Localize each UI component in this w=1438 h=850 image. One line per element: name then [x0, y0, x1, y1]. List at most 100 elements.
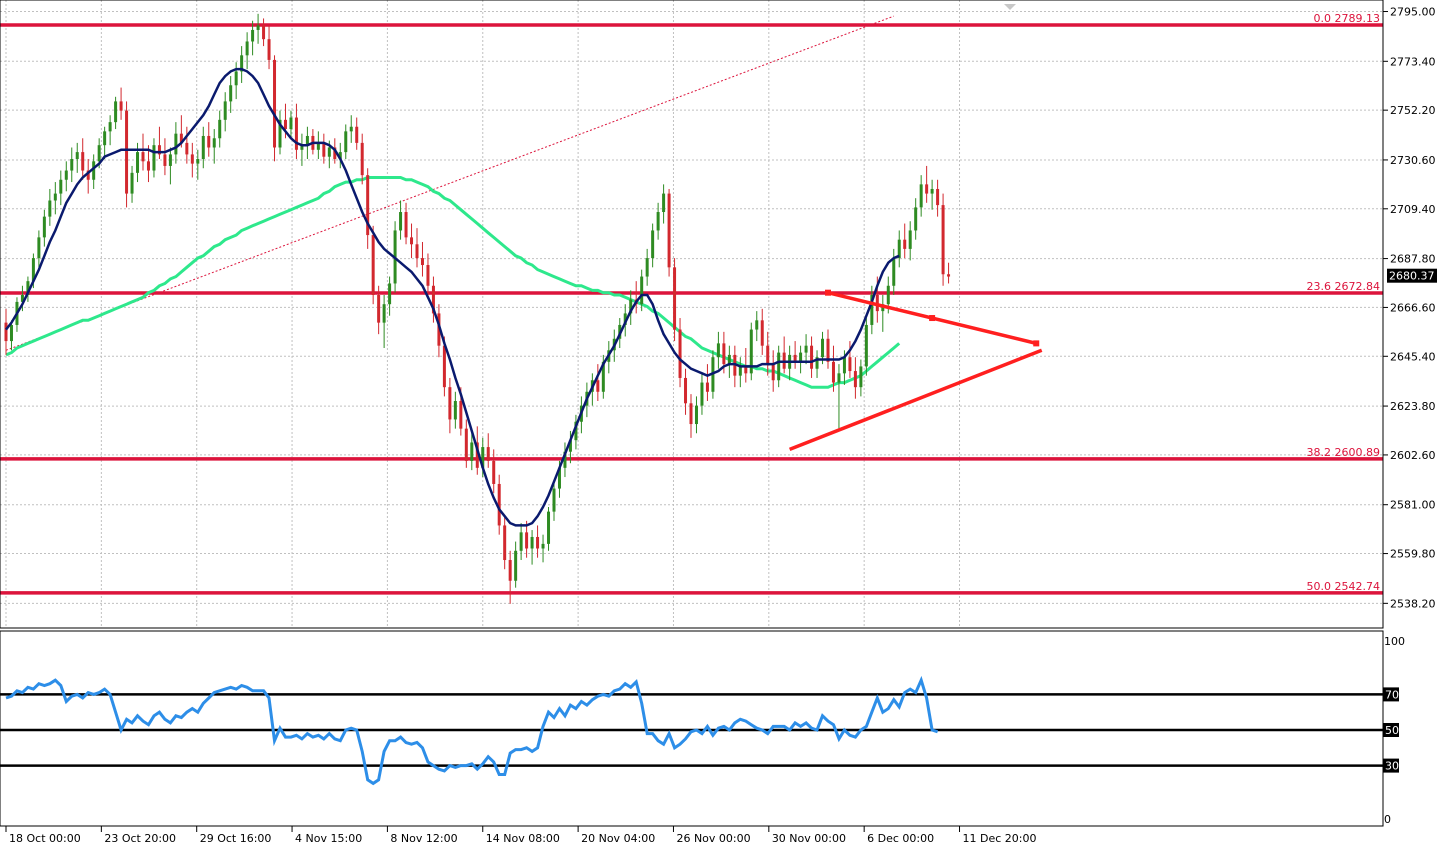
- price-tick-label: 2752.20: [1390, 104, 1436, 117]
- candle-body: [289, 117, 293, 130]
- candle-body: [755, 320, 759, 330]
- candle-body: [218, 119, 222, 139]
- candle-body: [771, 364, 775, 381]
- candle-body: [777, 352, 781, 381]
- candle-body: [388, 283, 392, 305]
- trading-chart[interactable]: 0.0 2789.13 23.6 2672.84 38.2 2600.89 50.0 …: [0, 0, 1438, 850]
- price-tick-label: 2602.60: [1390, 449, 1436, 462]
- rsi-level-label: 30: [1385, 760, 1399, 773]
- candle-body: [525, 532, 529, 549]
- candle-body: [212, 138, 216, 148]
- candle-body: [941, 205, 945, 275]
- fib-level-label: 38.2 2600.89: [1307, 446, 1380, 459]
- fib-level-label: 0.0 2789.13: [1314, 12, 1380, 25]
- time-tick-label: 11 Dec 20:00: [963, 832, 1037, 845]
- candle-body: [119, 101, 123, 111]
- candle-body: [152, 145, 156, 171]
- candle-body: [536, 536, 540, 549]
- candle-body: [464, 428, 468, 461]
- price-tick-label: 2687.80: [1390, 253, 1436, 266]
- candle-body: [410, 237, 414, 245]
- candle-body: [503, 525, 507, 561]
- candle-body: [59, 179, 63, 194]
- candle-body: [442, 345, 446, 388]
- candle-body: [448, 387, 452, 420]
- candle-body: [81, 152, 85, 171]
- candle-body: [75, 152, 79, 160]
- rsi-level-label: 70: [1385, 688, 1399, 701]
- price-tick-label: 2730.60: [1390, 154, 1436, 167]
- candle-body: [399, 212, 403, 231]
- candle-body: [146, 161, 150, 171]
- candle-body: [360, 142, 364, 176]
- candle-body: [404, 212, 408, 238]
- candle-body: [848, 357, 852, 372]
- time-tick-label: 29 Oct 16:00: [200, 832, 272, 845]
- candle-body: [190, 154, 194, 164]
- candle-body: [914, 207, 918, 231]
- candle-body: [908, 230, 912, 249]
- candle-body: [925, 184, 929, 194]
- candle-body: [371, 235, 375, 295]
- price-tick-label: 2645.40: [1390, 350, 1436, 363]
- candle-body: [251, 29, 255, 42]
- candle-body: [344, 131, 348, 153]
- price-tick-label: 2559.80: [1390, 548, 1436, 561]
- candle-body: [4, 322, 8, 342]
- candle-body: [727, 354, 731, 365]
- candle-body: [245, 41, 249, 56]
- candle-body: [596, 380, 600, 392]
- candle-body: [294, 117, 298, 150]
- candle-body: [492, 460, 496, 484]
- candle-body: [322, 142, 326, 157]
- candle-body: [919, 184, 923, 208]
- candle-body: [136, 152, 140, 173]
- rsi-tick-label: 0: [1384, 813, 1391, 826]
- candle-body: [196, 159, 200, 164]
- candle-body: [382, 304, 386, 323]
- price-tick-label: 2538.20: [1390, 597, 1436, 610]
- candle-body: [936, 188, 940, 206]
- candle-body: [125, 110, 129, 194]
- candle-body: [684, 377, 688, 404]
- candle-body: [459, 400, 463, 429]
- time-tick-label: 6 Dec 00:00: [867, 832, 934, 845]
- price-tick-label: 2623.80: [1390, 400, 1436, 413]
- candle-body: [694, 405, 698, 425]
- candle-body: [327, 147, 331, 157]
- candle-body: [273, 59, 277, 148]
- candle-body: [886, 285, 890, 305]
- candle-body: [640, 276, 644, 305]
- rsi-tick-label: 100: [1384, 635, 1405, 648]
- candle-body: [892, 258, 896, 286]
- candle-body: [821, 338, 825, 358]
- candle-body: [651, 230, 655, 259]
- candle-body: [426, 265, 430, 286]
- candle-body: [738, 366, 742, 376]
- candle-body: [810, 345, 814, 369]
- candle-body: [174, 133, 178, 155]
- time-tick-label: 4 Nov 15:00: [295, 832, 362, 845]
- candle-body: [108, 122, 112, 132]
- price-tick-label: 2581.00: [1390, 499, 1436, 512]
- rsi-level-label: 50: [1385, 724, 1399, 737]
- candle-body: [552, 488, 556, 512]
- current-price-text: 2680.37: [1389, 270, 1435, 283]
- candle-body: [700, 382, 704, 406]
- price-tick-label: 2709.40: [1390, 203, 1436, 216]
- time-tick-label: 23 Oct 20:00: [104, 832, 176, 845]
- candle-body: [267, 39, 271, 60]
- candle-body: [766, 345, 770, 365]
- candle-body: [130, 172, 134, 194]
- candle-body: [42, 216, 46, 238]
- candle-body: [508, 560, 512, 581]
- candle-body: [864, 324, 868, 367]
- candle-body: [859, 366, 863, 388]
- triangle-handle: [1033, 340, 1040, 347]
- candle-body: [930, 188, 934, 194]
- candle-body: [519, 532, 523, 551]
- candle-body: [114, 101, 118, 123]
- candle-body: [662, 193, 666, 213]
- candle-body: [185, 142, 189, 155]
- candle-body: [716, 343, 720, 358]
